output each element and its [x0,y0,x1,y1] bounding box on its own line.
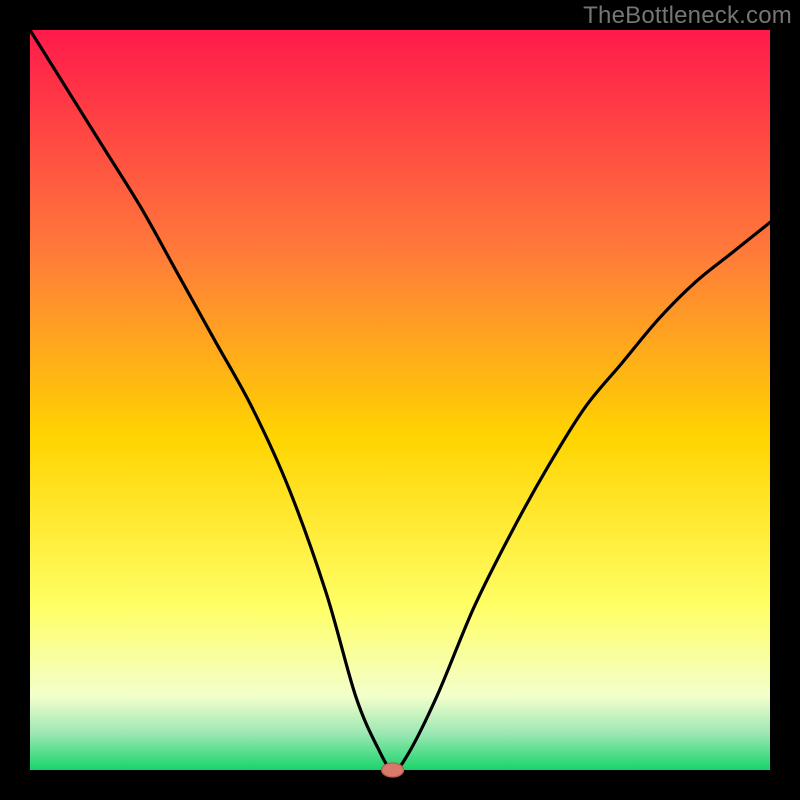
chart-frame: { "watermark": "TheBottleneck.com", "col… [0,0,800,800]
watermark-text: TheBottleneck.com [583,2,792,30]
minimum-marker [382,763,404,777]
bottleneck-chart [0,0,800,800]
plot-background [30,30,770,770]
